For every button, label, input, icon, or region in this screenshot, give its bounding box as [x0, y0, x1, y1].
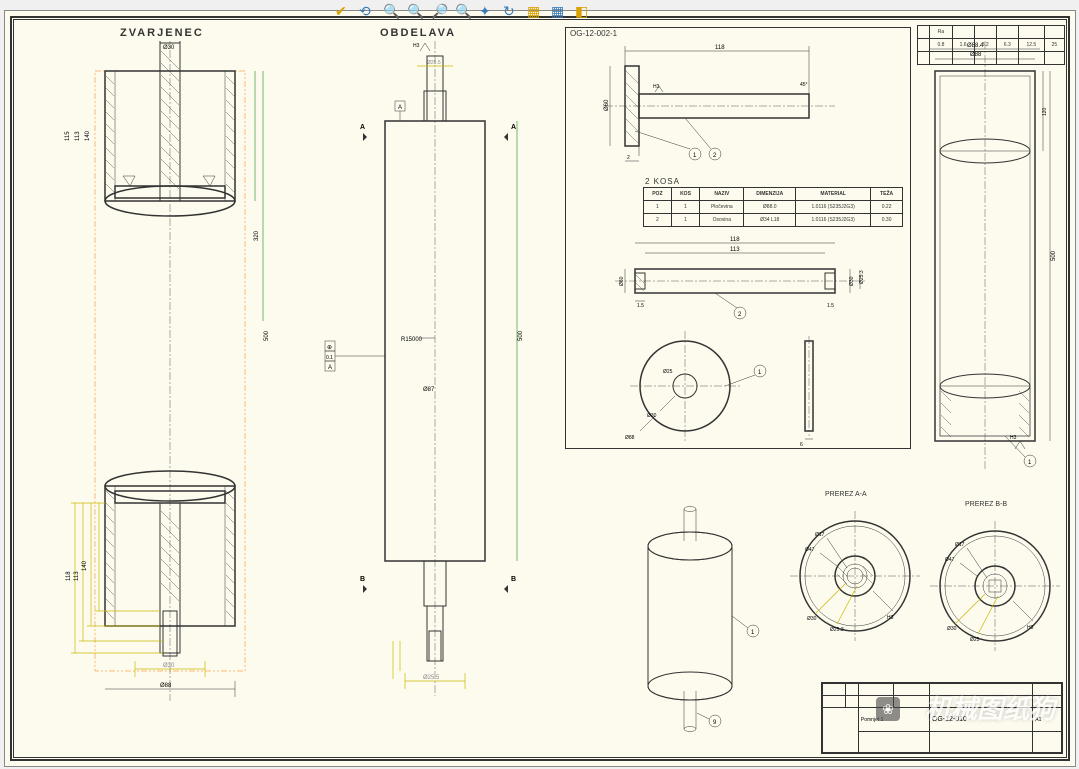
right-view: Ø88 Ø88.4 500 120 1 H3 [915, 41, 1065, 481]
svg-text:1: 1 [758, 370, 762, 376]
svg-text:1: 1 [1028, 460, 1032, 466]
svg-text:Ø30: Ø30 [807, 616, 817, 622]
grid-icon[interactable]: ▦ [551, 3, 567, 19]
svg-text:Ø25.5: Ø25.5 [427, 60, 441, 66]
crosshair-icon[interactable]: ✦ [479, 3, 495, 19]
yellow-block-icon[interactable]: ▦ [527, 3, 543, 19]
refresh-icon[interactable]: ↻ [503, 3, 519, 19]
svg-text:Ø25.3: Ø25.3 [830, 627, 844, 633]
svg-text:B: B [360, 576, 365, 583]
svg-text:H3: H3 [887, 615, 894, 621]
detail-circle: Ø88 Ø30 Ø25 1 6 [605, 331, 885, 446]
green-check-icon[interactable]: ✔ [335, 3, 351, 19]
svg-text:A: A [398, 105, 402, 111]
svg-text:6: 6 [800, 442, 803, 446]
svg-text:1.5: 1.5 [637, 303, 644, 309]
svg-text:Ø47: Ø47 [805, 547, 815, 553]
svg-text:Ø30: Ø30 [163, 45, 175, 51]
svg-text:118: 118 [66, 571, 72, 581]
svg-text:2: 2 [627, 155, 630, 161]
svg-text:H3: H3 [1027, 625, 1034, 631]
svg-text:115: 115 [65, 131, 71, 141]
svg-text:113: 113 [730, 247, 740, 253]
svg-text:2: 2 [738, 312, 742, 318]
kosa-table: POZKOSNAZIVDIMENZIJAMATERIALTEŽA 11Ploče… [643, 187, 903, 227]
svg-text:118: 118 [730, 237, 740, 243]
svg-text:113: 113 [74, 571, 80, 581]
svg-text:Ø30: Ø30 [849, 276, 855, 286]
magnifier-icon[interactable]: 🔍 [455, 3, 471, 19]
svg-text:Ø17: Ø17 [955, 542, 965, 548]
detail-og-12-002-1: 118 Ø60 H3 45° 2 1 2 [575, 36, 905, 186]
section-b: H3 Ø47 Ø30 Ø25 Ø17 [925, 516, 1065, 656]
zoom-selection-icon[interactable]: 🔎 [431, 3, 447, 19]
svg-text:A: A [360, 124, 365, 131]
svg-text:Ø88: Ø88 [160, 683, 172, 689]
svg-text:Ø30: Ø30 [163, 663, 175, 669]
search-icon[interactable]: 🔍 [383, 3, 399, 19]
svg-text:H3: H3 [1010, 435, 1017, 441]
svg-text:A: A [511, 124, 516, 131]
svg-text:Ø25: Ø25 [663, 369, 673, 375]
wechat-icon: ❀ [876, 697, 900, 721]
svg-text:0.1: 0.1 [326, 355, 333, 361]
svg-text:500: 500 [264, 330, 270, 341]
svg-text:A: A [328, 365, 332, 371]
svg-text:500: 500 [1051, 250, 1057, 261]
svg-text:9: 9 [713, 720, 717, 726]
zoom-icon[interactable]: 🔍 [407, 3, 423, 19]
svg-text:1: 1 [693, 153, 697, 159]
roll-icon[interactable]: ⟲ [359, 3, 375, 19]
svg-text:Ø87: Ø87 [423, 387, 435, 393]
yellow-cube-icon[interactable]: ◧ [575, 3, 591, 19]
svg-text:Ø30: Ø30 [647, 413, 657, 419]
svg-text:120: 120 [1042, 107, 1048, 116]
svg-text:Ø60: Ø60 [619, 276, 625, 286]
svg-text:Ø25: Ø25 [970, 637, 980, 643]
svg-text:Ø17: Ø17 [815, 532, 825, 538]
tolerance-block: Ra 0.81.63.26.312.525 [917, 25, 1065, 65]
kosa-title: 2 KOSA [645, 177, 680, 186]
svg-text:Ø30: Ø30 [947, 626, 957, 632]
svg-text:R15000: R15000 [401, 337, 423, 343]
svg-text:H3: H3 [413, 43, 420, 49]
view-obdelava: A A B B A R15000 Ø87 Ø25.5 500 ⊕ 0.1 A H… [305, 41, 565, 701]
view-zvarjenec: Ø88.4 Ø30 115 113 140 500 320 118 113 14… [35, 41, 295, 701]
svg-text:B: B [511, 576, 516, 583]
toolbar[interactable]: ✔ ⟲ 🔍 🔍 🔎 🔍 ✦ ↻ ▦ ▦ ◧ [335, 3, 591, 19]
svg-text:118: 118 [715, 45, 725, 51]
svg-text:Ø88: Ø88 [625, 435, 635, 441]
svg-text:Ø60: Ø60 [604, 99, 610, 111]
svg-text:Ø25.3: Ø25.3 [859, 270, 865, 284]
svg-text:500: 500 [518, 330, 524, 341]
section-a-title: PREREZ A-A [825, 491, 867, 498]
svg-text:1.5: 1.5 [827, 303, 834, 309]
iso-view: 1 9 [605, 491, 775, 751]
svg-text:113: 113 [75, 131, 81, 141]
svg-text:Ø47: Ø47 [945, 557, 955, 563]
svg-text:140: 140 [82, 560, 88, 571]
watermark: 机械图纸狗 [925, 689, 1055, 726]
svg-text:45°: 45° [800, 82, 808, 88]
svg-text:1: 1 [751, 630, 755, 636]
section-b-title: PREREZ B-B [965, 501, 1007, 508]
section-a: H3 Ø47 Ø30 Ø25.3 Ø17 [785, 506, 925, 646]
svg-text:320: 320 [254, 230, 260, 241]
view-title-zvarjenec: ZVARJENEC [120, 27, 204, 39]
svg-text:2: 2 [713, 153, 717, 159]
view-title-obdelava: OBDELAVA [380, 27, 456, 39]
svg-text:Ø25.5: Ø25.5 [423, 675, 440, 681]
svg-text:140: 140 [85, 130, 91, 141]
detail-shaft: 118 113 Ø60 Ø30 Ø25.3 1.5 1.5 2 [595, 231, 895, 331]
svg-text:⊕: ⊕ [327, 345, 332, 351]
